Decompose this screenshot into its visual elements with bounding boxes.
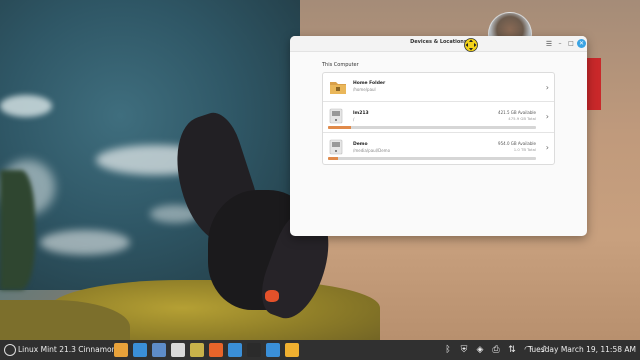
location-path: / <box>353 117 355 122</box>
close-button[interactable]: ✕ <box>577 39 586 48</box>
total-space: 1.0 TB Total <box>513 147 536 152</box>
location-row-home[interactable]: Home Folder /home/paul › <box>323 73 554 102</box>
launcher-settings-icon[interactable] <box>228 343 242 357</box>
network-icon[interactable]: ⇅ <box>506 344 518 356</box>
location-name: lm213 <box>353 111 369 116</box>
printer-icon[interactable]: ⎙ <box>490 344 502 356</box>
total-space: 475.9 GB Total <box>508 116 536 121</box>
launcher-screenshot-icon[interactable] <box>152 343 166 357</box>
locations-list: Home Folder /home/paul › lm213 / 421.5 G… <box>322 72 555 165</box>
location-row-demo[interactable]: Demo /media/paul/Demo 954.0 GB Available… <box>323 133 554 164</box>
window-title: Devices & Locations <box>410 39 467 45</box>
launcher-app-icon[interactable] <box>171 343 185 357</box>
devices-locations-window: Devices & Locations ☰ – □ ✕ This Compute… <box>290 36 587 236</box>
chevron-right-icon: › <box>545 143 549 152</box>
launcher-firefox-icon[interactable] <box>209 343 223 357</box>
drive-icon <box>329 108 343 124</box>
section-label: This Computer <box>322 62 359 68</box>
chevron-right-icon: › <box>545 112 549 121</box>
clock[interactable]: Tuesday March 19, 11:58 AM <box>528 345 636 354</box>
shield-icon[interactable]: ⛨ <box>458 344 470 356</box>
bottom-panel: Linux Mint 21.3 Cinnamon ᛒ ⛨ ◈ ⎙ ⇅ ◠ ♪ T… <box>0 340 640 360</box>
location-row-lm213[interactable]: lm213 / 421.5 GB Available 475.9 GB Tota… <box>323 102 554 133</box>
hamburger-menu-icon[interactable]: ☰ <box>544 39 554 49</box>
location-path: /home/paul <box>353 87 376 92</box>
location-path: /media/paul/Demo <box>353 148 391 153</box>
minimize-button[interactable]: – <box>555 39 565 49</box>
desklet-poster <box>585 58 601 110</box>
usage-bar <box>328 157 536 160</box>
bluetooth-icon[interactable]: ᛒ <box>442 344 454 356</box>
window-titlebar[interactable]: Devices & Locations ☰ – □ ✕ <box>290 36 587 52</box>
available-space: 954.0 GB Available <box>498 141 536 146</box>
menu-button-label[interactable]: Linux Mint 21.3 Cinnamon <box>18 345 116 354</box>
chevron-right-icon: › <box>545 83 549 92</box>
location-name: Demo <box>353 142 368 147</box>
launcher-hat-icon[interactable] <box>190 343 204 357</box>
folder-icon <box>330 82 346 94</box>
launcher-files-icon[interactable] <box>285 343 299 357</box>
available-space: 421.5 GB Available <box>498 110 536 115</box>
launcher-camera2-icon[interactable] <box>266 343 280 357</box>
update-icon[interactable]: ◈ <box>474 344 486 356</box>
launcher-terminal-icon[interactable] <box>247 343 261 357</box>
maximize-button[interactable]: □ <box>566 39 576 49</box>
menu-icon[interactable] <box>4 344 16 356</box>
move-cursor-icon <box>464 38 478 52</box>
panel-launchers <box>114 343 299 357</box>
launcher-folder-icon[interactable] <box>114 343 128 357</box>
location-name: Home Folder <box>353 81 386 86</box>
usage-bar <box>328 126 536 129</box>
drive-icon <box>329 139 343 155</box>
launcher-camera-icon[interactable] <box>133 343 147 357</box>
